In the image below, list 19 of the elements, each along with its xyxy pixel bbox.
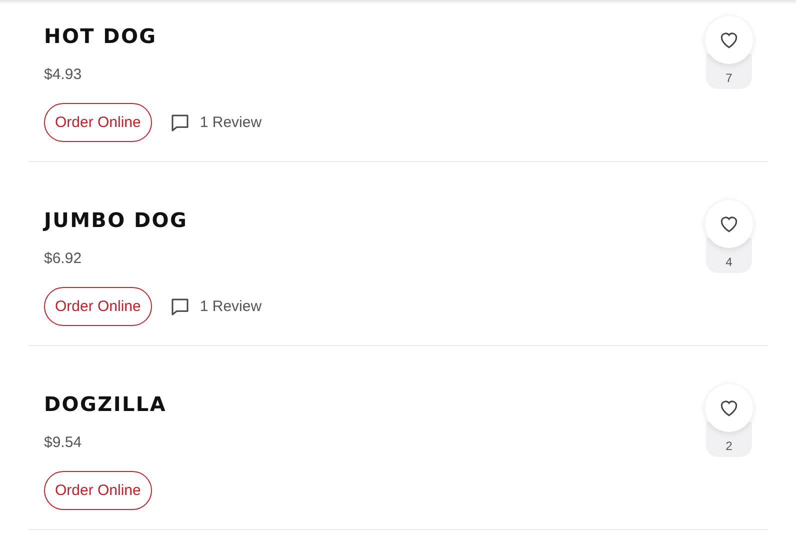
like-button[interactable] [705, 16, 753, 64]
comment-icon [170, 112, 190, 132]
item-title: HOT DOG [44, 23, 158, 49]
heart-icon [719, 215, 739, 233]
order-online-button[interactable]: Order Online [44, 471, 152, 510]
item-title: JUMBO DOG [44, 207, 189, 233]
heart-icon [719, 399, 739, 417]
order-online-button[interactable]: Order Online [44, 287, 152, 326]
like-button[interactable] [705, 384, 753, 432]
reviews-link[interactable]: 1 Review [170, 296, 262, 316]
like-button[interactable] [705, 200, 753, 248]
item-price: $9.54 [44, 433, 83, 453]
item-title: DOGZILLA [44, 391, 167, 417]
heart-icon [719, 31, 739, 49]
order-online-button[interactable]: Order Online [44, 103, 152, 142]
comment-icon [170, 296, 190, 316]
reviews-link[interactable]: 1 Review [170, 112, 262, 132]
item-price: $4.93 [44, 65, 83, 85]
item-price: $6.92 [44, 249, 83, 269]
